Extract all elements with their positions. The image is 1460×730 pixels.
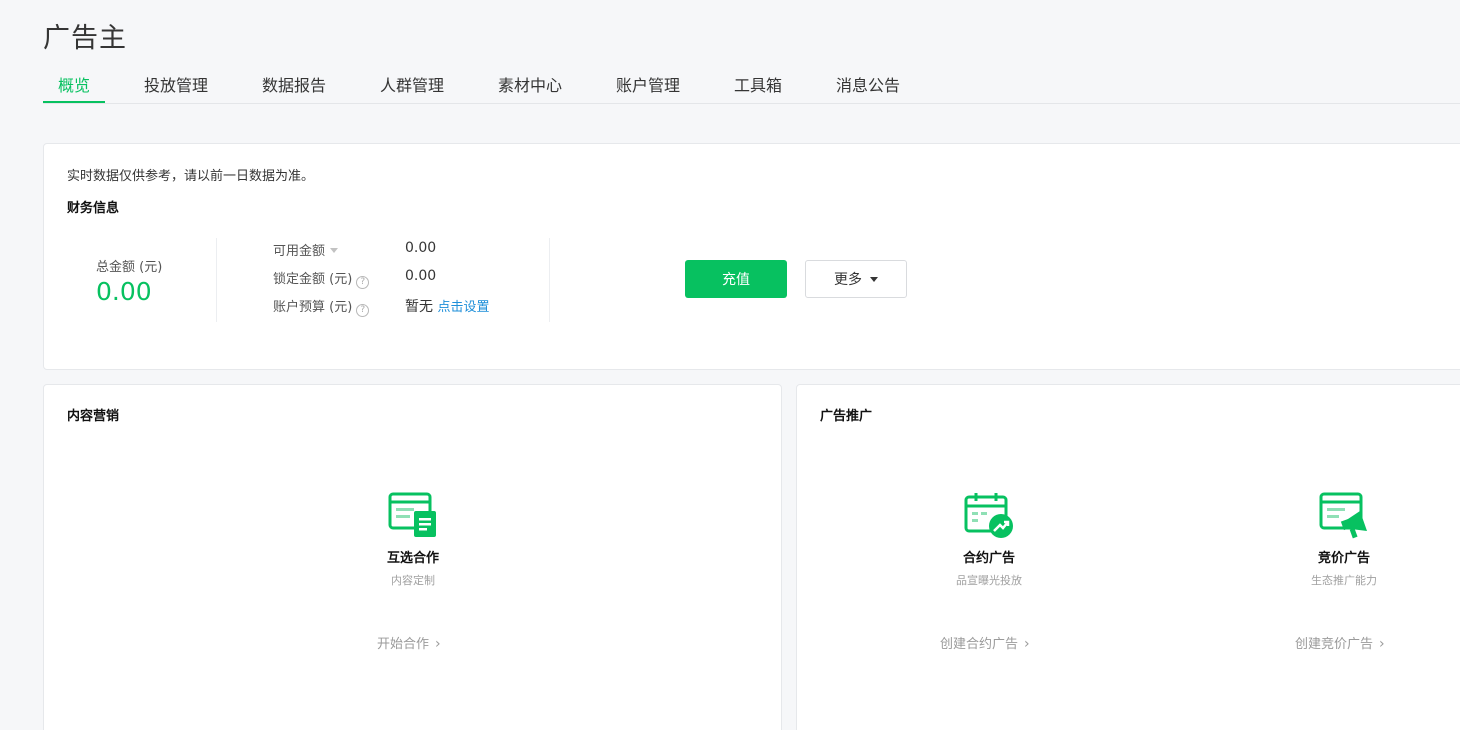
- set-budget-link[interactable]: 点击设置: [437, 300, 489, 315]
- page-title: 广告主: [43, 23, 127, 54]
- ad-promotion-title: 广告推广: [820, 409, 873, 424]
- tab-account-management[interactable]: 账户管理: [616, 72, 680, 96]
- tab-toolbox[interactable]: 工具箱: [734, 72, 782, 96]
- main-tabs: 概览 投放管理 数据报告 人群管理 素材中心 账户管理 工具箱 消息公告: [43, 62, 1460, 104]
- caret-down-icon[interactable]: [330, 248, 339, 253]
- tab-data-report[interactable]: 数据报告: [262, 72, 326, 96]
- finance-section-title: 财务信息: [67, 201, 120, 216]
- item-title: 合约广告: [962, 551, 1015, 566]
- help-icon[interactable]: ?: [356, 304, 370, 317]
- create-contract-ad-link[interactable]: 创建合约广告 ›: [940, 633, 1030, 652]
- item-subtitle: 品宣曝光投放: [956, 574, 1022, 587]
- tab-material-center[interactable]: 素材中心: [498, 72, 562, 96]
- total-amount-label: 总金额 (元): [96, 260, 163, 275]
- more-button[interactable]: 更多: [805, 260, 907, 298]
- create-bidding-ad-label: 创建竞价广告: [1295, 637, 1374, 652]
- create-contract-ad-label: 创建合约广告: [940, 637, 1019, 652]
- recharge-button[interactable]: 充值: [685, 260, 787, 298]
- available-amount-value: 0.00: [405, 240, 437, 256]
- bidding-ad-item[interactable]: 竞价广告 生态推广能力: [1264, 491, 1424, 588]
- item-subtitle: 生态推广能力: [1311, 574, 1377, 587]
- locked-amount-label: 锁定金额 (元)?: [273, 268, 370, 289]
- item-title: 竞价广告: [1317, 551, 1370, 566]
- total-amount-value: 0.00: [96, 277, 152, 306]
- item-subtitle: 内容定制: [391, 574, 435, 587]
- create-bidding-ad-link[interactable]: 创建竞价广告 ›: [1295, 633, 1385, 652]
- account-budget-status: 暂无: [405, 299, 433, 315]
- active-tab-indicator: [43, 101, 105, 103]
- tab-audience-management[interactable]: 人群管理: [380, 72, 444, 96]
- account-budget-value: 暂无 点击设置: [405, 296, 489, 316]
- more-button-label: 更多: [834, 272, 862, 288]
- realtime-notice: 实时数据仅供参考，请以前一日数据为准。: [67, 169, 315, 184]
- contract-ad-item[interactable]: 合约广告 品宣曝光投放: [909, 491, 1069, 588]
- start-cooperation-label: 开始合作: [377, 637, 430, 652]
- available-amount-label-text: 可用金额: [273, 244, 326, 259]
- divider: [216, 238, 217, 322]
- calendar-trend-icon: [964, 493, 1013, 538]
- chevron-right-icon: ›: [1024, 636, 1030, 652]
- divider: [549, 238, 550, 322]
- ad-promotion-card: 广告推广 合约广告 品宣曝光投放 创建合约广告 › 竞价广告 生态推广能力 创建…: [796, 384, 1460, 730]
- help-icon[interactable]: ?: [356, 276, 370, 289]
- locked-amount-label-text: 锁定金额 (元): [273, 272, 353, 287]
- account-budget-label: 账户预算 (元)?: [273, 296, 370, 317]
- mutual-selection-item[interactable]: 互选合作 内容定制: [333, 491, 493, 588]
- finance-card: 实时数据仅供参考，请以前一日数据为准。 财务信息 总金额 (元) 0.00 可用…: [43, 143, 1460, 370]
- dropdown-caret-icon: [870, 277, 878, 282]
- tab-overview[interactable]: 概览: [58, 72, 90, 96]
- chevron-right-icon: ›: [435, 636, 441, 652]
- chevron-right-icon: ›: [1379, 636, 1385, 652]
- content-customization-icon: [388, 492, 436, 537]
- locked-amount-value: 0.00: [405, 268, 437, 284]
- start-cooperation-link[interactable]: 开始合作 ›: [377, 633, 441, 652]
- megaphone-icon: [1319, 492, 1367, 539]
- tab-delivery-management[interactable]: 投放管理: [144, 72, 208, 96]
- available-amount-label[interactable]: 可用金额: [273, 240, 339, 259]
- content-marketing-card: 内容营销 互选合作 内容定制 开始合作 ›: [43, 384, 782, 730]
- item-title: 互选合作: [386, 551, 439, 566]
- account-budget-label-text: 账户预算 (元): [273, 300, 353, 315]
- tab-announcements[interactable]: 消息公告: [836, 72, 900, 96]
- content-marketing-title: 内容营销: [67, 409, 120, 424]
